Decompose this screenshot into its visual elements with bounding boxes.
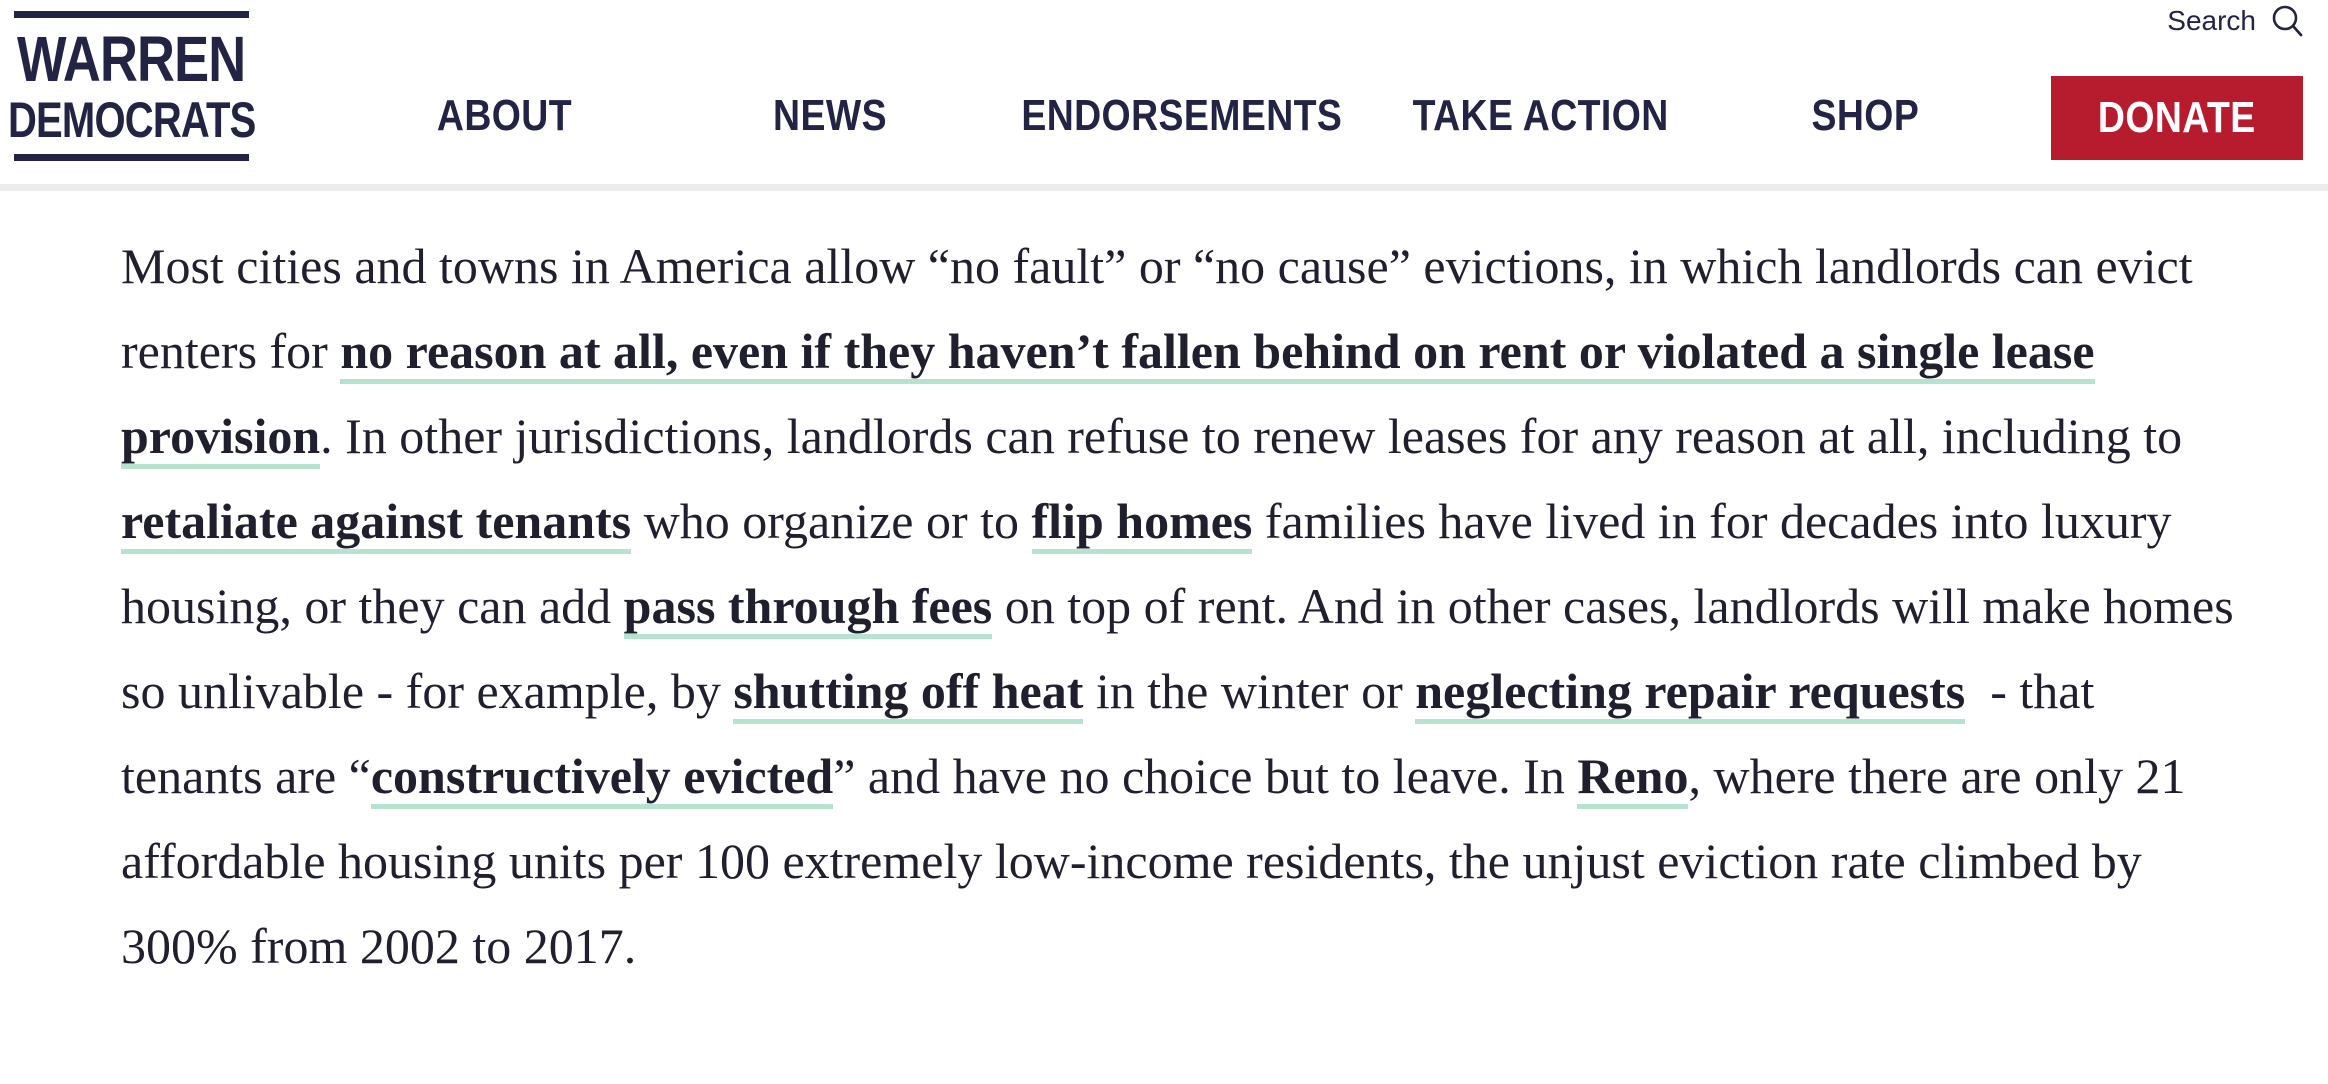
nav-endorsements[interactable]: ENDORSEMENTS xyxy=(1016,88,1348,144)
article-text: . In other jurisdictions, landlords can … xyxy=(320,408,2183,464)
article-text: who organize or to xyxy=(631,493,1032,549)
nav-news[interactable]: NEWS xyxy=(740,88,920,144)
article-body: Most cities and towns in America allow “… xyxy=(121,224,2241,989)
donate-button[interactable]: DONATE xyxy=(2051,76,2303,160)
link-neglecting-repair-requests[interactable]: neglecting repair requests xyxy=(1415,663,1966,724)
link-pass-through-fees[interactable]: pass through fees xyxy=(623,578,993,639)
article-text: in the winter or xyxy=(1083,663,1416,719)
logo-line-democrats: DEMOCRATS xyxy=(7,92,256,148)
link-shutting-off-heat[interactable]: shutting off heat xyxy=(733,663,1084,724)
site-header: WARREN DEMOCRATS Search ABOUT NEWS ENDOR… xyxy=(0,0,2328,191)
search-icon[interactable] xyxy=(2270,4,2304,38)
warren-democrats-logo[interactable]: WARREN DEMOCRATS xyxy=(8,11,256,161)
logo-line-warren: WARREN xyxy=(17,23,246,95)
nav-take-action[interactable]: TAKE ACTION xyxy=(1408,88,1674,144)
link-flip-homes[interactable]: flip homes xyxy=(1031,493,1253,554)
link-reno[interactable]: Reno xyxy=(1577,748,1689,809)
nav-shop[interactable]: SHOP xyxy=(1790,88,1940,144)
nav-about[interactable]: ABOUT xyxy=(404,88,604,144)
search-button[interactable]: Search xyxy=(2167,0,2304,42)
search-label: Search xyxy=(2167,5,2256,36)
link-constructively-evicted[interactable]: constructively evicted xyxy=(370,748,834,809)
article-text: ” and have no choice but to leave. In xyxy=(833,748,1578,804)
article-paragraph: Most cities and towns in America allow “… xyxy=(121,224,2241,989)
link-retaliate-against-tenants[interactable]: retaliate against tenants xyxy=(121,493,632,554)
